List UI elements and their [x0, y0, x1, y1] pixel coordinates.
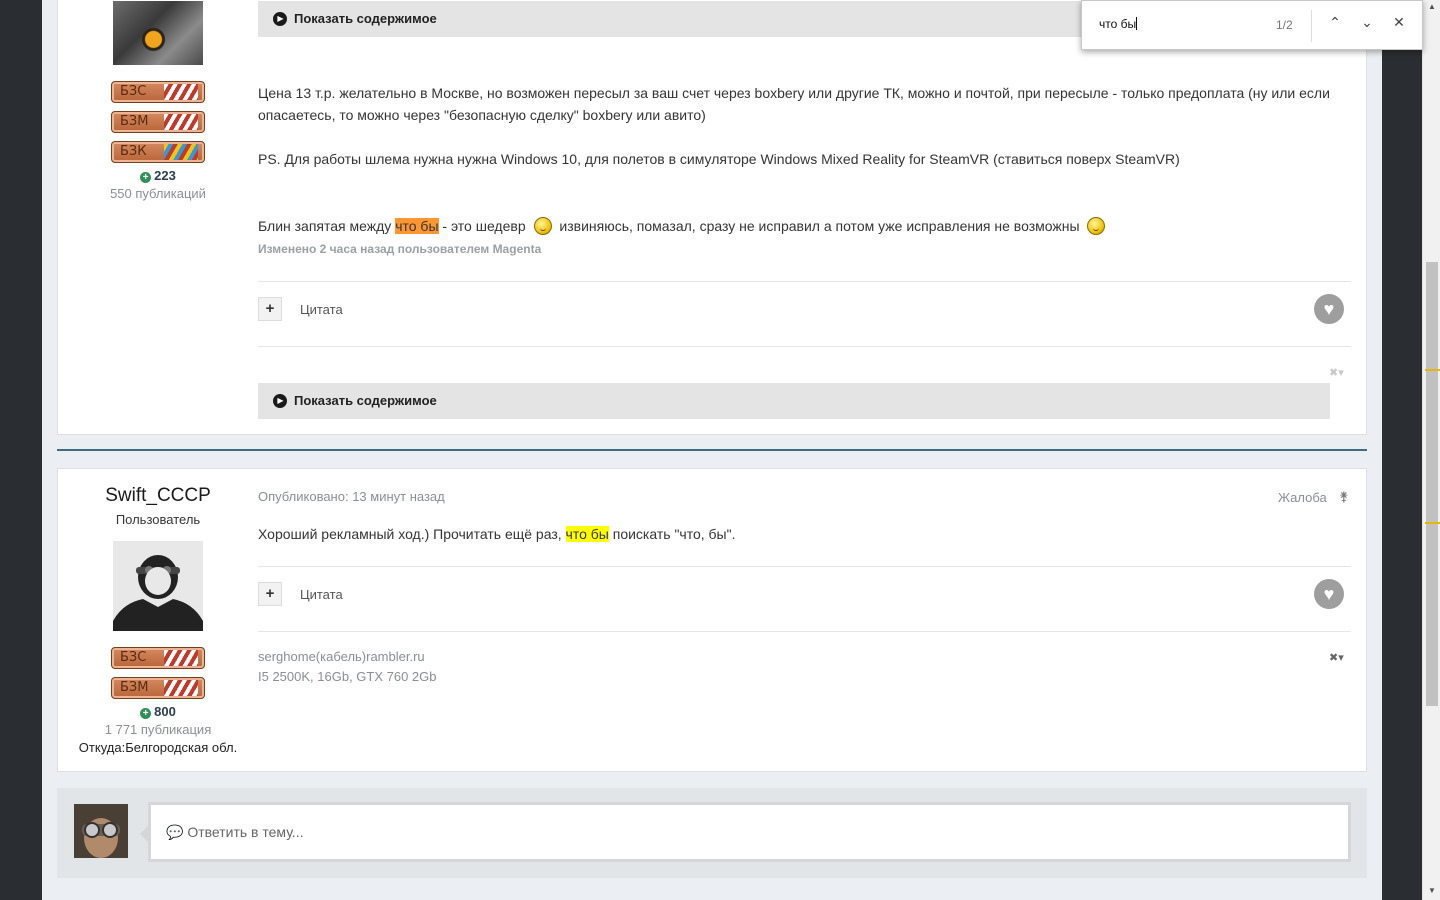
edited-note: Изменено 2 часа назад пользователем Mage… [258, 242, 542, 256]
divider [1311, 10, 1312, 42]
avatar[interactable] [113, 541, 203, 631]
avatar-image [74, 804, 128, 858]
award-badge: БЗС [111, 647, 205, 669]
scroll-up-arrow-icon[interactable]: ▲ [1423, 2, 1440, 11]
find-match-count: 1/2 [1276, 18, 1293, 32]
reputation: +223 [58, 168, 258, 183]
reply-input[interactable]: 💬 Ответить в тему... [140, 802, 1351, 862]
multiquote-button[interactable]: + [258, 582, 282, 606]
close-signature-icon[interactable]: ✖▾ [1329, 651, 1344, 664]
quote-link[interactable]: Цитата [300, 587, 343, 602]
like-heart-icon[interactable]: ♥ [1314, 294, 1344, 324]
forum-post: Swift_CCCP Пользователь БЗС БЗМ +800 1 7… [57, 468, 1367, 772]
post-separator [57, 449, 1367, 451]
post-paragraph: PS. Для работы шлема нужна нужна Windows… [258, 151, 1180, 167]
divider [258, 631, 1351, 632]
current-user-avatar [74, 804, 128, 858]
spoiler-toggle[interactable]: ▶ Показать содержимое [258, 383, 1330, 419]
signature-line: serghome(кабель)rambler.ru [258, 649, 425, 664]
award-badge: БЗМ [111, 111, 205, 133]
smiley-icon [533, 217, 552, 235]
plus-circle-icon: + [140, 708, 152, 719]
posts-count: 550 публикаций [110, 186, 206, 201]
chevron-right-icon: ▶ [273, 12, 287, 26]
chevron-right-icon: ▶ [273, 394, 287, 408]
page-right-gutter [1382, 0, 1422, 900]
report-link[interactable]: Жалоба [1278, 490, 1327, 505]
scroll-down-arrow-icon[interactable]: ▼ [1423, 886, 1440, 895]
chevron-up-icon[interactable]: ⌃ [1325, 14, 1345, 31]
reputation: +800 [58, 704, 258, 719]
search-match-marker [1425, 522, 1440, 524]
avatar[interactable] [113, 1, 203, 65]
post-date: Опубликовано: 13 минут назад [258, 489, 445, 504]
search-highlight-active: что бы [395, 218, 439, 234]
comment-icon: 💬 [166, 824, 184, 840]
chevron-down-icon[interactable]: ⌄ [1357, 14, 1377, 31]
share-icon[interactable]: ⚵ [1339, 489, 1349, 505]
multiquote-button[interactable]: + [258, 297, 282, 321]
page-scrollbar[interactable]: ▲ ▼ [1422, 0, 1440, 900]
signature-line: I5 2500K, 16Gb, GTX 760 2Gb [258, 669, 437, 684]
username-link[interactable]: Swift_CCCP [58, 485, 258, 507]
search-match-marker [1425, 369, 1440, 371]
find-input[interactable]: что бы [1099, 17, 1138, 31]
divider [258, 346, 1351, 347]
award-badge: БЗК [111, 141, 205, 163]
scrollbar-thumb[interactable] [1426, 262, 1438, 706]
smiley-icon [1087, 217, 1106, 235]
text-caret [1136, 17, 1138, 30]
award-badge: БЗМ [111, 677, 205, 699]
user-location: Откуда:Белгородская обл. [78, 740, 238, 755]
signature: serghome(кабель)rambler.ru I5 2500K, 16G… [258, 647, 437, 687]
like-heart-icon[interactable]: ♥ [1314, 579, 1344, 609]
award-badge: БЗС [111, 81, 205, 103]
posts-count: 1 771 публикация [104, 722, 212, 737]
post-paragraph: Хороший рекламный ход.) Прочитать ещё ра… [258, 526, 736, 542]
plus-circle-icon: + [140, 172, 152, 183]
divider [258, 566, 1351, 567]
post-paragraph: Цена 13 т.р. желательно в Москве, но воз… [258, 85, 1330, 123]
post-paragraph: Блин запятая между что бы - это шедевр и… [258, 215, 1353, 237]
quote-link[interactable]: Цитата [300, 302, 343, 317]
default-avatar-icon [113, 555, 203, 631]
close-icon[interactable]: ✕ [1389, 14, 1409, 31]
reply-area: 💬 Ответить в тему... [57, 788, 1367, 878]
close-signature-icon[interactable]: ✖▾ [1329, 366, 1344, 379]
divider [258, 281, 1351, 282]
search-highlight: что бы [565, 526, 609, 542]
forum-post: БЗС БЗМ БЗК +223 550 публикаций ▶ Показа… [57, 0, 1367, 435]
user-title: Пользователь [115, 512, 201, 527]
find-bar: что бы 1/2 ⌃ ⌄ ✕ [1081, 0, 1423, 50]
